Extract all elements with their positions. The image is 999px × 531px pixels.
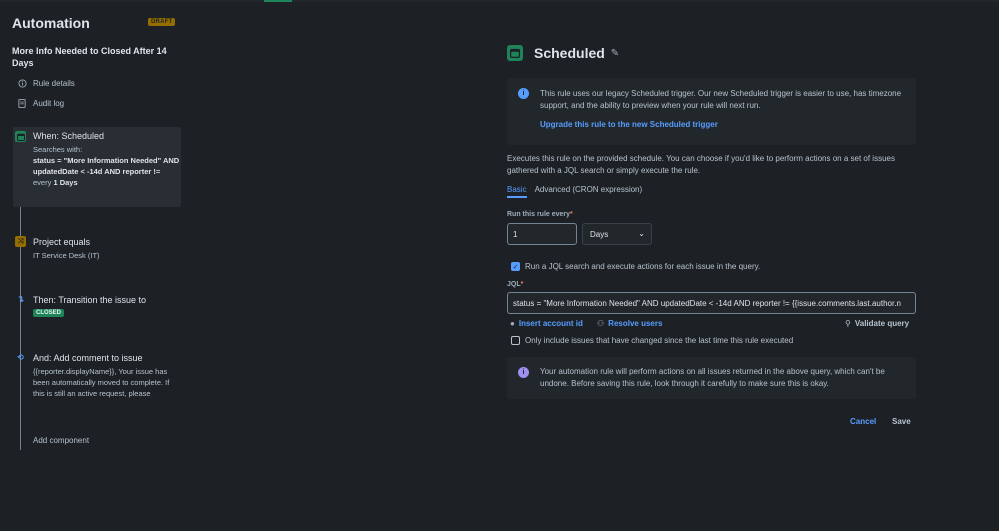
jql-label-text: JQL — [507, 281, 521, 288]
insert-account-id-button[interactable]: ● Insert account id — [510, 319, 583, 328]
step-every-value: 1 Days — [53, 178, 78, 187]
run-every-unit-value: Days — [590, 230, 609, 239]
run-every-label-text: Run this rule every — [507, 211, 571, 218]
tab-advanced[interactable]: Advanced (CRON expression) — [535, 185, 643, 198]
nav-audit-log[interactable]: Audit log — [17, 97, 64, 109]
draft-badge: DRAFT — [148, 18, 176, 26]
required-mark: * — [520, 281, 524, 288]
only-changed-checkbox-row[interactable]: Only include issues that have changed si… — [511, 336, 793, 345]
user-icon: ● — [510, 319, 515, 328]
info-icon: i — [518, 88, 529, 99]
tab-basic[interactable]: Basic — [507, 185, 527, 198]
jql-checkbox-label: Run a JQL search and execute actions for… — [525, 262, 761, 271]
schedule-tabs: Basic Advanced (CRON expression) — [507, 185, 650, 198]
document-icon — [17, 98, 27, 108]
checkbox-unchecked-icon[interactable] — [511, 336, 520, 345]
calendar-icon — [507, 45, 523, 61]
search-icon: ⚲ — [845, 319, 851, 328]
resolve-users-label: Resolve users — [608, 319, 663, 328]
users-icon: ⚇ — [597, 319, 605, 328]
step-trigger[interactable]: When: Scheduled Searches with: status = … — [13, 127, 181, 207]
rule-name[interactable]: More Info Needed to Closed After 14 Days — [12, 45, 182, 69]
checkbox-checked-icon[interactable]: ✓ — [511, 262, 520, 271]
legacy-info-box: i This rule uses our legacy Scheduled tr… — [507, 78, 916, 145]
step-title: When: Scheduled — [33, 131, 105, 141]
jql-checkbox-row[interactable]: ✓ Run a JQL search and execute actions f… — [511, 262, 760, 271]
step-action-transition[interactable]: ↴ Then: Transition the issue to CLOSED — [13, 294, 181, 317]
save-button[interactable]: Save — [892, 417, 911, 426]
step-title: Then: Transition the issue to — [33, 295, 147, 305]
cancel-button[interactable]: Cancel — [850, 417, 876, 426]
upgrade-link[interactable]: Upgrade this rule to the new Scheduled t… — [540, 120, 718, 129]
jql-label: JQL* — [507, 281, 523, 288]
info-icon — [17, 78, 27, 88]
jql-input[interactable]: status = "More Information Needed" AND u… — [507, 292, 916, 314]
calendar-icon — [15, 131, 26, 142]
add-component-button[interactable]: Add component — [33, 436, 89, 445]
step-action-comment[interactable]: ⟲ And: Add comment to issue {{reporter.d… — [13, 352, 181, 399]
chevron-down-icon: ⌄ — [638, 229, 645, 238]
required-mark: * — [570, 211, 573, 218]
comment-icon: ⟲ — [17, 353, 24, 362]
nav-rule-details-label: Rule details — [33, 78, 75, 88]
nav-audit-log-label: Audit log — [33, 98, 65, 108]
step-title: And: Add comment to issue — [33, 353, 143, 363]
status-badge: CLOSED — [33, 309, 65, 317]
warning-box: i Your automation rule will perform acti… — [507, 357, 916, 399]
validate-query-label: Validate query — [854, 319, 910, 328]
info-text: This rule uses our legacy Scheduled trig… — [540, 89, 902, 110]
run-every-unit-select[interactable]: Days ⌄ — [582, 223, 652, 245]
top-accent-bar — [264, 0, 292, 2]
validate-query-button[interactable]: ⚲ Validate query — [845, 319, 909, 328]
step-body: Searches with: status = "More Informatio… — [33, 144, 181, 188]
step-body-query: status = "More Information Needed" AND u… — [33, 156, 180, 176]
step-body: IT Service Desk (IT) — [33, 251, 100, 260]
step-condition[interactable]: ⤨ Project equals IT Service Desk (IT) — [13, 236, 181, 261]
app-title: Automation — [12, 15, 90, 31]
info-icon: i — [518, 367, 529, 378]
step-body-prefix: Searches with: — [33, 145, 83, 154]
step-body: {{reporter.displayName}}, Your issue has… — [33, 367, 170, 398]
panel-description: Executes this rule on the provided sched… — [507, 154, 895, 175]
sidebar: Automation DRAFT More Info Needed to Clo… — [0, 0, 190, 531]
nav-rule-details[interactable]: Rule details — [17, 77, 75, 89]
transition-icon: ↴ — [16, 294, 25, 304]
step-title: Project equals — [33, 237, 91, 247]
branch-icon: ⤨ — [15, 236, 26, 247]
pencil-icon[interactable]: ✎ — [611, 48, 619, 59]
warning-text: Your automation rule will perform action… — [540, 367, 885, 388]
panel-title: Scheduled — [534, 45, 605, 61]
resolve-users-button[interactable]: ⚇ Resolve users — [597, 319, 662, 328]
insert-account-id-label: Insert account id — [518, 319, 583, 328]
run-every-input[interactable]: 1 — [507, 223, 577, 245]
step-every-prefix: every — [33, 178, 52, 187]
run-every-label: Run this rule every* — [507, 211, 573, 218]
panel-header: Scheduled ✎ — [507, 45, 619, 61]
only-changed-label: Only include issues that have changed si… — [525, 336, 794, 345]
